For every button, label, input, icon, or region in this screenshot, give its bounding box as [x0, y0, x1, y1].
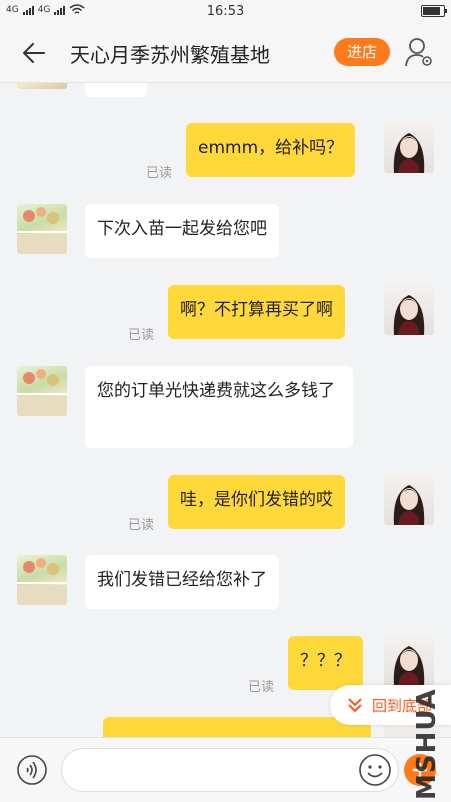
double-chevron-down-icon [348, 698, 362, 713]
message-bubble-outgoing[interactable] [103, 717, 371, 737]
user-avatar[interactable] [384, 285, 434, 335]
message-bubble-incoming[interactable]: 下次入苗一起发给您吧 [85, 204, 279, 258]
shop-avatar[interactable] [17, 204, 67, 254]
shop-avatar-image [17, 369, 67, 416]
user-avatar-image [393, 485, 425, 525]
emoji-icon[interactable] [358, 753, 392, 787]
read-status: 已读 [128, 328, 155, 343]
status-bar: 4G 4G 16:53 [0, 0, 451, 24]
message-bubble-outgoing[interactable]: ？？？ [288, 636, 363, 690]
message-bubble-incoming[interactable]: 您的订单光快递费就这么多钱了 [85, 366, 353, 448]
shop-avatar[interactable] [17, 555, 67, 605]
back-arrow-icon[interactable] [20, 39, 48, 67]
message-bubble-incoming[interactable] [85, 83, 147, 97]
message-bubble-incoming[interactable]: 我们发错已经给您补了 [85, 555, 279, 609]
user-avatar-image [393, 295, 425, 335]
shop-avatar-image [17, 207, 67, 254]
chat-title: 天心月季苏州繁殖基地 [70, 43, 270, 67]
read-status: 已读 [248, 680, 275, 695]
message-bubble-outgoing[interactable]: emmm，给补吗？ [186, 123, 356, 177]
chat-message-list[interactable]: 已读 emmm，给补吗？ 下次入苗一起发给您吧 已读 啊？不打算再买了啊 您的订… [0, 83, 451, 737]
shop-avatar-image [17, 558, 67, 605]
message-bubble-outgoing[interactable]: 哇，是你们发错的哎 [168, 475, 345, 529]
profile-settings-icon[interactable] [404, 36, 434, 68]
watermark: MSHUA [412, 688, 442, 800]
user-avatar[interactable] [384, 636, 434, 686]
enter-shop-button[interactable]: 进店 [334, 38, 390, 66]
read-status: 已读 [128, 518, 155, 533]
message-input-bar [0, 737, 451, 802]
shop-avatar[interactable] [17, 83, 67, 89]
user-avatar-image [393, 133, 425, 173]
user-avatar-image [393, 646, 425, 686]
read-status: 已读 [146, 166, 173, 181]
user-avatar[interactable] [384, 123, 434, 173]
message-input[interactable] [61, 748, 399, 792]
shop-avatar[interactable] [17, 366, 67, 416]
message-bubble-outgoing[interactable]: 啊？不打算再买了啊 [168, 285, 345, 339]
battery-icon [421, 5, 447, 17]
chat-header: 天心月季苏州繁殖基地 进店 [0, 24, 451, 83]
voice-icon[interactable] [16, 754, 48, 786]
status-time: 16:53 [206, 4, 245, 19]
user-avatar[interactable] [384, 475, 434, 525]
